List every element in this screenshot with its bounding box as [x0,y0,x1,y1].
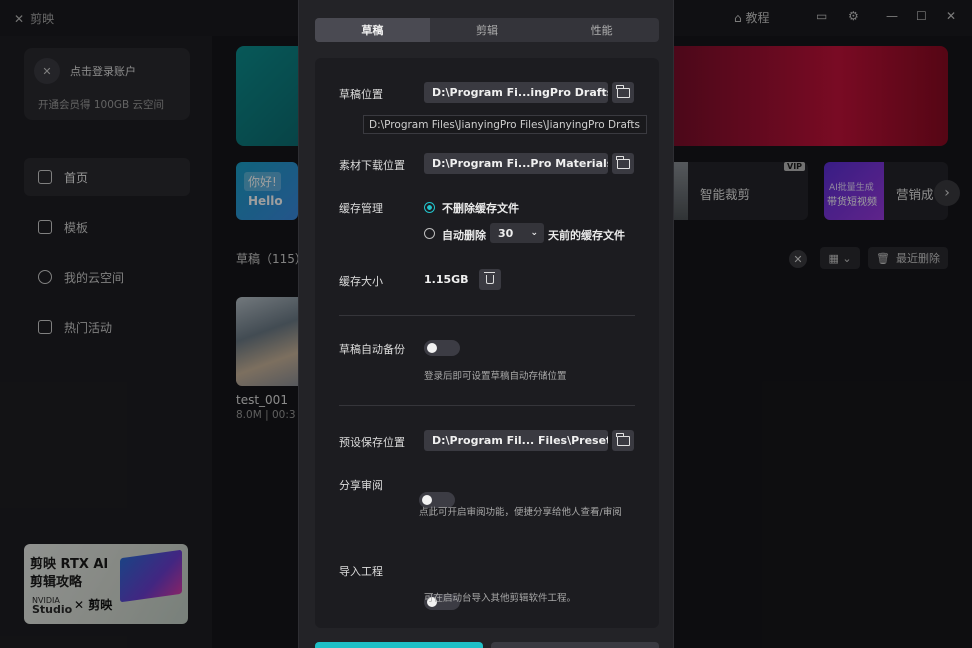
cache-size-value: 1.15GB [424,273,469,286]
save-button[interactable] [315,642,483,648]
chevron-down-icon: ⌄ [530,228,538,238]
divider [339,405,635,406]
draft-location-field[interactable]: D:\Program Fi...ingPro Drafts [424,82,608,103]
cancel-button[interactable] [491,642,659,648]
folder-icon [616,155,630,169]
auto-backup-toggle[interactable] [424,340,460,356]
tab-drafts[interactable]: 草稿 [315,18,430,42]
draft-location-tooltip: D:\Program Files\JianyingPro Files\Jiany… [363,115,647,134]
cache-auto-delete-radio[interactable] [424,228,435,239]
preset-location-field[interactable]: D:\Program Fil... Files\Presets [424,430,608,451]
cache-auto-delete-label: 自动删除 [442,229,486,242]
draft-location-label: 草稿位置 [339,88,383,101]
cache-days-value: 30 [498,226,514,240]
toggle-knob [427,343,437,353]
cache-days-select[interactable]: 30 ⌄ [490,223,544,243]
settings-dialog: 草稿 剪辑 性能 草稿位置 D:\Program Fi...ingPro Dra… [298,0,674,648]
divider [339,315,635,316]
share-review-label: 分享审阅 [339,479,383,492]
import-project-label: 导入工程 [339,565,383,578]
cache-days-suffix: 天前的缓存文件 [548,229,625,242]
material-location-label: 素材下载位置 [339,159,405,172]
app-window: ✕ 剪映 ⌂ 教程 ▭ ⚙ — ☐ ✕ ✕ 点击登录账户 开通会员得 100GB… [0,0,972,648]
settings-tabs: 草稿 剪辑 性能 [315,18,659,42]
import-project-hint: 可在启动台导入其他剪辑软件工程。 [424,593,577,604]
share-review-hint: 点此可开启审阅功能，便捷分享给他人查看/审阅 [419,507,622,518]
auto-backup-hint: 登录后即可设置草稿自动存储位置 [424,371,567,382]
draft-location-browse-button[interactable] [612,82,634,103]
preset-location-browse-button[interactable] [612,430,634,451]
folder-icon [616,432,630,446]
auto-backup-label: 草稿自动备份 [339,343,405,356]
preset-location-label: 预设保存位置 [339,436,405,449]
cache-management-label: 缓存管理 [339,202,383,215]
tab-editing[interactable]: 剪辑 [430,18,545,42]
cache-size-label: 缓存大小 [339,275,383,288]
clear-cache-button[interactable] [479,269,501,290]
trash-icon [484,272,495,284]
material-location-browse-button[interactable] [612,153,634,174]
folder-icon [616,84,630,98]
cache-keep-radio[interactable] [424,202,435,213]
material-location-field[interactable]: D:\Program Fi...Pro Materials [424,153,608,174]
cache-keep-label: 不删除缓存文件 [442,202,519,215]
tab-performance[interactable]: 性能 [544,18,659,42]
